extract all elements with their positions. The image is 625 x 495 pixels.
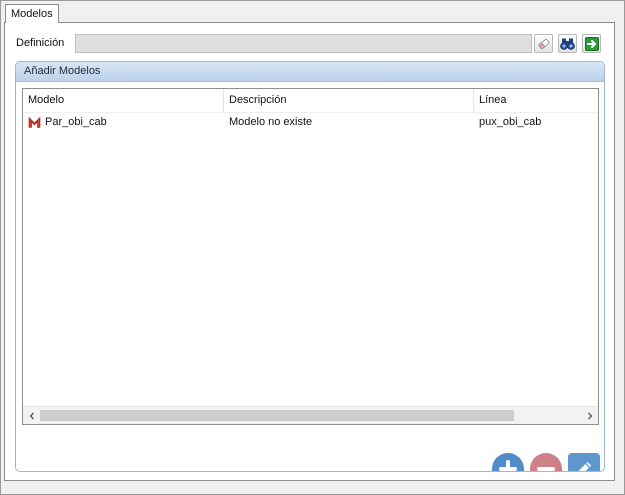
plus-circle-icon	[499, 460, 517, 471]
column-header-linea[interactable]: Línea	[473, 89, 598, 112]
cell-modelo: Par_obi_cab	[45, 116, 107, 128]
minus-circle-icon	[537, 467, 555, 471]
cell-linea: pux_obi_cab	[479, 116, 542, 128]
eraser-icon	[537, 38, 550, 49]
clear-button[interactable]	[534, 34, 553, 53]
binoculars-icon	[560, 38, 575, 50]
column-header-modelo[interactable]: Modelo	[23, 89, 223, 112]
scroll-right-button[interactable]	[581, 407, 598, 424]
group-header: Añadir Modelos	[16, 62, 604, 82]
column-header-descripcion[interactable]: Descripción	[223, 89, 473, 112]
pencil-icon	[578, 461, 592, 471]
scroll-thumb[interactable]	[40, 410, 514, 421]
cell-descripcion: Modelo no existe	[229, 116, 313, 128]
grid-header: Modelo Descripción Línea	[23, 89, 598, 113]
add-models-group: Añadir Modelos Modelo Descripción Línea …	[15, 61, 605, 472]
edit-model-button[interactable]	[568, 453, 600, 471]
models-grid[interactable]: Modelo Descripción Línea Par_obi_cab Mod…	[22, 88, 599, 425]
scroll-left-button[interactable]	[23, 407, 40, 424]
chevron-right-icon	[587, 412, 592, 419]
remove-model-button[interactable]	[530, 453, 562, 471]
definition-input[interactable]	[75, 34, 532, 53]
tab-panel: Definición Añadir Modelos Modelo Descrip…	[4, 22, 615, 481]
chevron-left-icon	[29, 412, 34, 419]
search-button[interactable]	[558, 34, 577, 53]
model-m-icon	[28, 116, 41, 129]
tab-modelos[interactable]: Modelos	[5, 4, 59, 23]
horizontal-scrollbar[interactable]	[23, 406, 598, 424]
green-arrow-right-icon	[584, 36, 599, 51]
add-model-button[interactable]	[492, 453, 524, 471]
tab-label: Modelos	[11, 8, 53, 20]
table-row[interactable]: Par_obi_cab Modelo no existe pux_obi_cab	[23, 113, 598, 132]
definition-label: Definición	[16, 37, 65, 49]
go-button[interactable]	[582, 34, 601, 53]
